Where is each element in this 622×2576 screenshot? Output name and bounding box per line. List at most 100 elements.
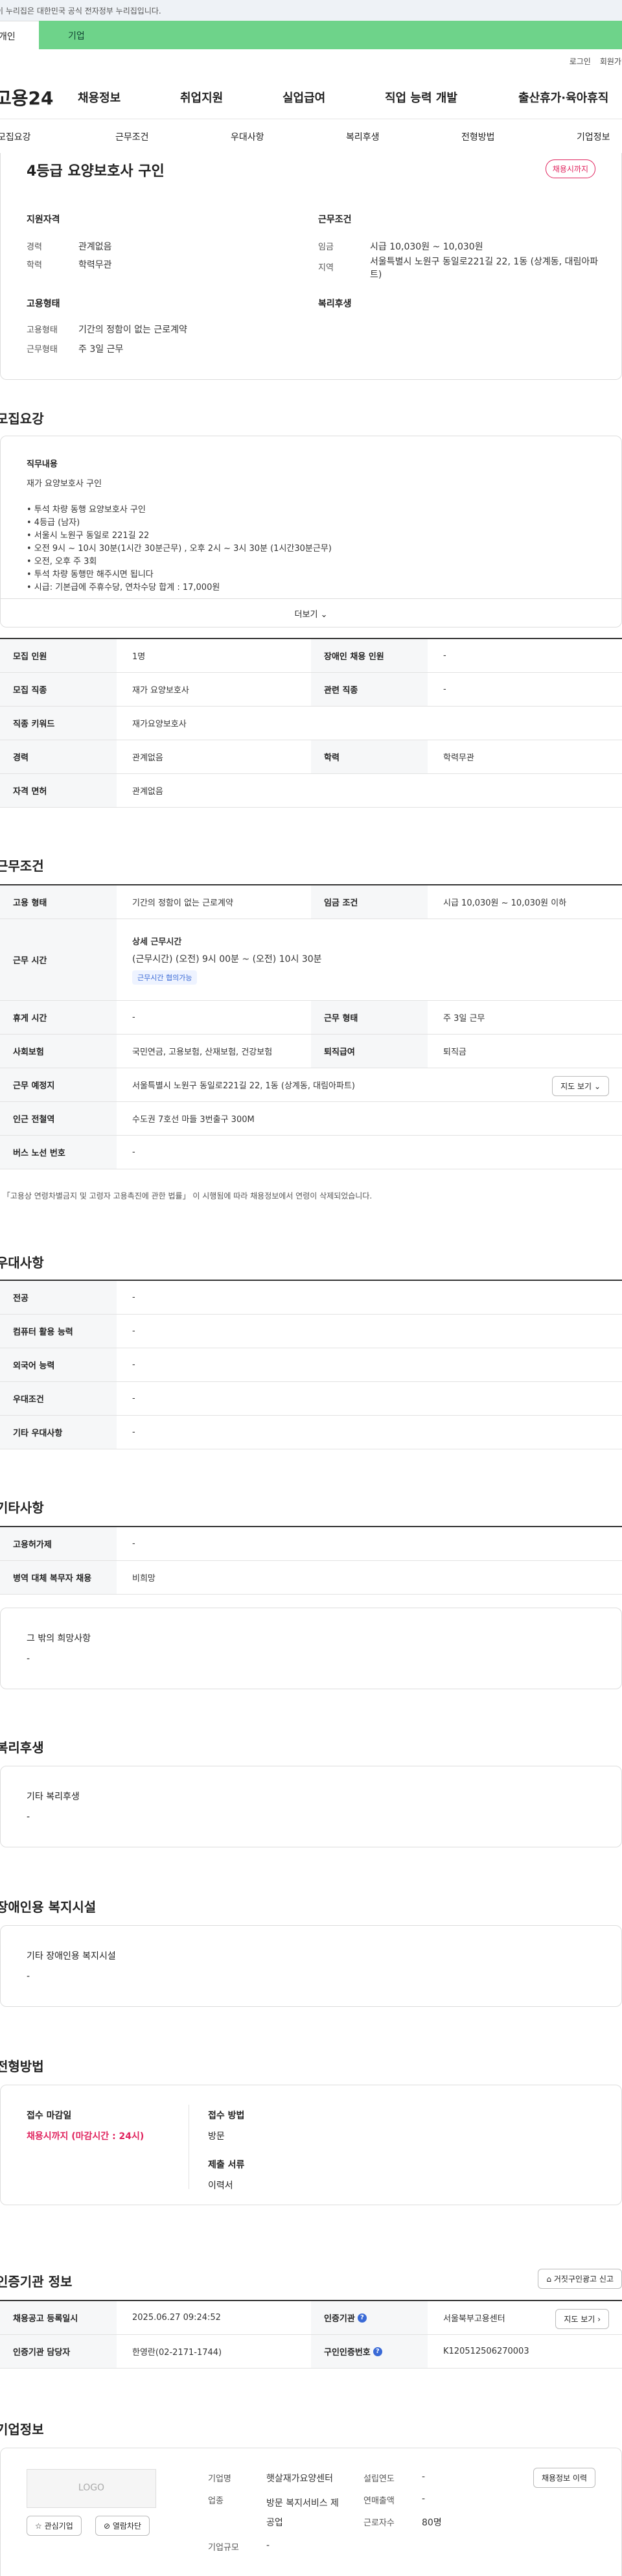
more-button[interactable]: 더보기 ⌄	[1, 598, 621, 627]
welfare-card: 기타 복리후생 -	[0, 1766, 622, 1847]
row-label: 외국어 능력	[0, 1348, 117, 1381]
block-button[interactable]: ⊘ 열람차단	[95, 2516, 150, 2536]
row-value: 퇴직금	[443, 1048, 466, 1057]
row-label: 퇴직급여	[311, 1035, 428, 1068]
row-value: -	[132, 1013, 135, 1022]
row-label: 휴게 시간	[0, 1001, 117, 1034]
cond-title: 근무조건	[318, 215, 352, 225]
menu-training[interactable]: 직업 능력 개발	[385, 89, 518, 106]
menu-unemployment[interactable]: 실업급여	[282, 89, 385, 106]
row-value: 재가 요양보호사	[132, 686, 189, 696]
duty-title: 직무내용	[27, 460, 58, 469]
table-row: 모집 직종 재가 요양보호사 관련 직종 -	[0, 673, 622, 707]
disabled-value: -	[27, 1971, 30, 1982]
duty-line: • 시급: 기본급에 주휴수당, 연차수당 합계 : 17,000원	[27, 583, 220, 592]
duty-line: • 오전 9시 ~ 10시 30분(1시간 30분근무) , 오후 2시 ~ 3…	[27, 544, 332, 554]
work-form-value: 주 3일 근무	[78, 344, 124, 355]
work-form-label: 근무형태	[27, 345, 58, 355]
wage-value: 시급 10,030원 ~ 10,030원	[370, 242, 483, 252]
section-title-disabled: 장애인용 복지시설	[0, 1899, 97, 1915]
summary-card: 4등급 요양보호사 구인 채용시까지 지원자격 경력 관계없음 학력 학력무관 …	[0, 153, 622, 380]
tab-company[interactable]: 기업	[39, 21, 622, 49]
row-label: 근무 시간	[0, 919, 117, 1000]
row-label: 기타 우대사항	[0, 1416, 117, 1449]
map-button-label: 지도 보기	[560, 1082, 592, 1091]
favorite-button[interactable]: ☆ 관심기업	[27, 2516, 82, 2536]
company-name-value: 햇살재가요양센터	[266, 2474, 334, 2484]
row-label: 임금 조건	[311, 885, 428, 919]
anchor-company[interactable]: 기업정보	[577, 130, 610, 143]
row-label: 고용 형태	[0, 885, 117, 919]
gov-notice: 이 누리집은 대한민국 공식 전자정부 누리집입니다.	[0, 6, 161, 16]
anchor-work[interactable]: 근무조건	[115, 130, 149, 143]
table-row: 모집 인원 1명 장애인 채용 인원 -	[0, 639, 622, 673]
tab-personal[interactable]: 개인	[0, 21, 39, 49]
anchor-pref[interactable]: 우대사항	[231, 130, 264, 143]
report-button-label: 거짓구인광고 신고	[553, 2275, 614, 2284]
duty-line: • 투석 차량 동행만 해주시면 됩니다	[27, 570, 154, 580]
favorite-label: 관심기업	[44, 2522, 73, 2531]
row-label-org: 인증기관?	[311, 2301, 428, 2334]
map-button[interactable]: 지도 보기 ⌄	[552, 1076, 609, 1096]
row-label: 직종 키워드	[0, 707, 117, 740]
row-value: -	[132, 1394, 135, 1403]
site-logo[interactable]: 고용24	[0, 84, 73, 110]
section-title-screening: 전형방법	[0, 2059, 44, 2074]
duty-line: • 4등급 (남자)	[27, 518, 80, 528]
row-label: 모집 인원	[0, 639, 117, 672]
agency-map-button[interactable]: 지도 보기 ›	[555, 2309, 609, 2329]
location-label: 지역	[318, 263, 334, 273]
row-label: 학력	[311, 740, 428, 773]
row-label: 근무 예정지	[0, 1068, 117, 1101]
deadline-badge: 채용시까지	[545, 159, 595, 178]
section-title-pref: 우대사항	[0, 1255, 44, 1270]
row-label: 전공	[0, 1281, 117, 1314]
block-label: 열람차단	[112, 2522, 142, 2531]
row-label: 병역 대체 복무자 채용	[0, 1561, 117, 1594]
anchor-welfare[interactable]: 복리후생	[346, 130, 380, 143]
location-value: 서울특별시 노원구 동일로221길 22, 1동 (상계동, 대림아파트)	[370, 257, 599, 280]
row-value: -	[132, 1427, 135, 1437]
menu-employment-support[interactable]: 취업지원	[180, 89, 282, 106]
row-value: 수도권 7호선 마들 3번출구 300M	[132, 1115, 255, 1125]
career-label: 경력	[27, 242, 42, 252]
report-button[interactable]: ⌂ 거짓구인광고 신고	[538, 2269, 622, 2289]
method-value: 방문	[208, 2131, 225, 2142]
row-label: 인증기관 담당자	[0, 2335, 117, 2368]
duty-lines: 재가 요양보호사 구인 • 투석 차량 동행 요양보호사 구인 • 4등급 (남…	[27, 478, 332, 594]
table-row: 버스 노선 번호 -	[0, 1136, 622, 1169]
disabled-sub: 기타 장애인용 복지시설	[27, 1951, 116, 1961]
info-icon[interactable]: ?	[373, 2347, 382, 2356]
login-link[interactable]: 로그인	[570, 57, 591, 66]
industry-label: 업종	[208, 2496, 224, 2506]
anchor-screening[interactable]: 전형방법	[461, 130, 495, 143]
emp-type-value: 기간의 정함이 없는 근로계약	[78, 325, 187, 335]
table-row: 인증기관 담당자 한영란(02-2171-1744) 구인인증번호? K1205125…	[0, 2335, 622, 2369]
table-row: 자격 면허 관계없음	[0, 774, 622, 808]
menu-parental-leave[interactable]: 출산휴가·육아휴직	[518, 89, 608, 106]
section-title-agency: 인증기관 정보	[0, 2274, 73, 2289]
row-value: 재가요양보호사	[132, 720, 187, 729]
menu-jobs[interactable]: 채용정보	[78, 89, 180, 106]
info-icon[interactable]: ?	[357, 2313, 367, 2323]
emp-title: 고용형태	[27, 299, 60, 309]
history-button[interactable]: 채용정보 이력	[533, 2468, 595, 2488]
age-law-note: * 「고용상 연령차별금지 및 고령자 고용촉진에 관한 법률」 이 시행됨에 …	[0, 1191, 373, 1200]
section-title-etc: 기타사항	[0, 1500, 44, 1516]
row-value: -	[132, 1293, 135, 1302]
docs-value: 이력서	[208, 2181, 233, 2191]
edu-value: 학력무관	[78, 260, 112, 270]
qual-title: 지원자격	[27, 215, 60, 225]
tab-personal-label: 개인	[0, 32, 16, 42]
join-link[interactable]: 회원가입	[600, 57, 622, 66]
table-row: 근무 예정지 서울특별시 노원구 동일로221길 22, 1동 (상계동, 대림아…	[0, 1068, 622, 1102]
table-row: 사회보험 국민연금, 고용보험, 산재보험, 건강보험 퇴직급여 퇴직금	[0, 1035, 622, 1068]
method-label: 접수 방법	[208, 2111, 245, 2121]
employees-value: 80명	[422, 2518, 442, 2528]
job-title: 4등급 요양보호사 구인	[27, 163, 165, 180]
row-label: 근무 형태	[311, 1001, 428, 1034]
sales-value: -	[422, 2494, 426, 2504]
row-label: 사회보험	[0, 1035, 117, 1068]
row-value: 비희망	[132, 1574, 156, 1584]
anchor-recruit[interactable]: 모집요강	[0, 130, 31, 143]
